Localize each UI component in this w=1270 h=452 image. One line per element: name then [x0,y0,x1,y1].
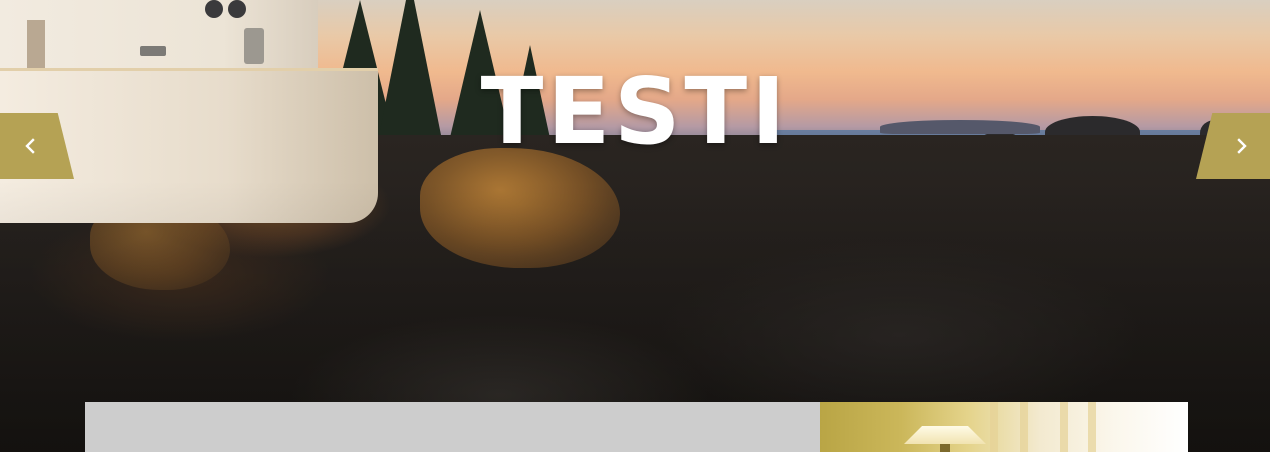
slide-title: TESTI [480,58,790,165]
lamp-shade [904,426,986,444]
hero-slider: TESTI [0,0,1270,452]
curtain-fold [1020,402,1028,452]
lamp-post [940,444,950,452]
chevron-right-icon [1237,138,1247,154]
curtain-fold [1060,402,1068,452]
curtain-fold [990,402,998,452]
room-photo [820,402,1188,452]
content-panel [85,402,820,452]
chevron-left-icon [25,138,35,154]
curtain-fold [1088,402,1096,452]
